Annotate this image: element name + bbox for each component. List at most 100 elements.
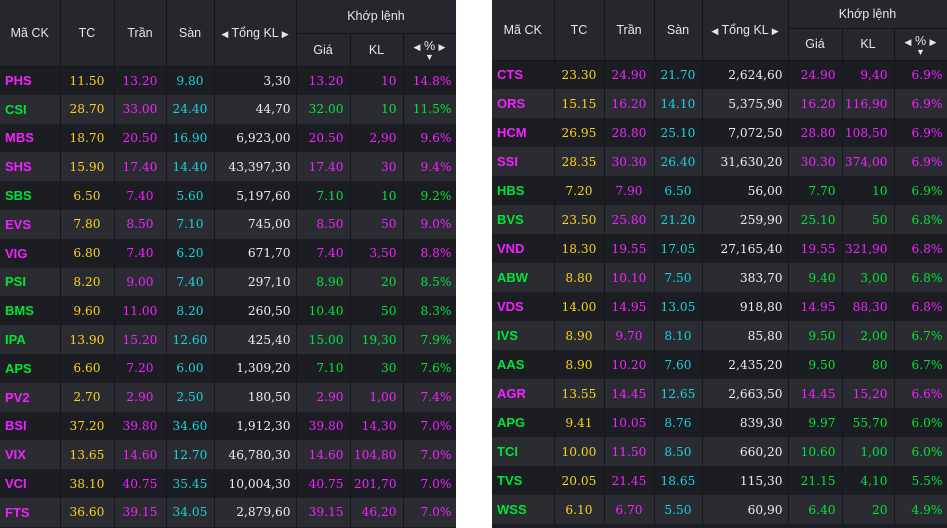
triangle-left-icon[interactable]: ◀ xyxy=(414,42,421,52)
symbol-cell[interactable]: PV2 xyxy=(0,382,61,412)
table-row[interactable]: WSS 6.10 6.70 5.50 60,90 6.40 20 4.9% xyxy=(492,495,947,524)
header-floor[interactable]: Sàn xyxy=(654,0,703,61)
table-row[interactable]: MBS 18.70 20.50 16.90 6,923,00 20.50 2,90 9.6% xyxy=(0,123,456,153)
table-row[interactable]: VND 18.30 19.55 17.05 27,165,40 19.55 321,90 6.… xyxy=(492,234,947,263)
table-row[interactable]: VCI 38.10 40.75 35.45 10,004,30 40.75 201,70 7.… xyxy=(0,469,456,498)
symbol-cell[interactable]: BSI xyxy=(0,411,61,441)
symbol-cell[interactable]: SBS xyxy=(0,181,61,210)
symbol-cell[interactable]: ORS xyxy=(492,89,555,118)
table-row[interactable]: AGR 13.55 14.45 12.65 2,663,50 14.45 15,20 6.6% xyxy=(492,379,947,408)
table-row[interactable]: AAS 8.90 10.20 7.60 2,435,20 9.50 80 6.7% xyxy=(492,350,947,379)
symbol-cell[interactable]: AAS xyxy=(492,350,555,379)
triangle-right-icon[interactable]: ▶ xyxy=(930,37,937,47)
triangle-down-icon[interactable]: ▼ xyxy=(404,53,456,62)
triangle-down-icon[interactable]: ▼ xyxy=(895,47,947,56)
match-price-cell: 15.00 xyxy=(296,325,351,354)
table-row[interactable]: VIX 13.65 14.60 12.70 46,780,30 14.60 104,80 7.… xyxy=(0,440,456,470)
table-row[interactable]: PV2 2.70 2.90 2.50 180,50 2.90 1,00 7.4% xyxy=(0,382,456,412)
symbol-cell[interactable]: SHS xyxy=(0,152,61,182)
table-row[interactable]: ORS 15.15 16.20 14.10 5,375,90 16.20 116,90 6.9… xyxy=(492,89,947,118)
symbol-cell[interactable]: APS xyxy=(0,353,61,383)
symbol-cell[interactable]: BMS xyxy=(0,296,61,326)
table-row[interactable]: SSI 28.35 30.30 26.40 31,630,20 30.30 374,00 6.… xyxy=(492,147,947,176)
header-symbol[interactable]: Mã CK xyxy=(492,0,555,61)
table-row[interactable]: PSI 8.20 9.00 7.40 297,10 8.90 20 8.5% xyxy=(0,267,456,297)
table-row[interactable]: IVS 8.90 9.70 8.10 85,80 9.50 2,00 6.7% xyxy=(492,321,947,350)
header-price[interactable]: Giá xyxy=(788,28,843,61)
header-ceiling[interactable]: Trần xyxy=(114,0,167,67)
symbol-cell[interactable]: IPA xyxy=(0,325,61,354)
header-ceiling[interactable]: Trần xyxy=(604,0,655,61)
symbol-cell[interactable]: AGR xyxy=(492,379,555,408)
symbol-cell[interactable]: VDS xyxy=(492,292,555,321)
symbol-cell[interactable]: SSI xyxy=(492,147,555,176)
symbol-cell[interactable]: PHS xyxy=(0,66,61,95)
match-price-cell: 9.40 xyxy=(788,263,843,292)
table-row[interactable]: HBS 7.20 7.90 6.50 56,00 7.70 10 6.9% xyxy=(492,176,947,205)
header-price[interactable]: Giá xyxy=(296,33,351,67)
table-row[interactable]: CTS 23.30 24.90 21.70 2,624,60 24.90 9,40 6.9% xyxy=(492,60,947,89)
table-row[interactable]: VDS 14.00 14.95 13.05 918,80 14.95 88,30 6.8% xyxy=(492,292,947,321)
table-row[interactable]: ABW 8.80 10.10 7.50 383,70 9.40 3,00 6.8% xyxy=(492,263,947,292)
table-row[interactable]: PHS 11.50 13.20 9.80 3,30 13.20 10 14.8% xyxy=(0,66,456,95)
change-pct-cell: 9.4% xyxy=(403,152,456,182)
floor-price-cell: 7.60 xyxy=(654,350,703,379)
table-row[interactable]: BVS 23.50 25.80 21.20 259,90 25.10 50 6.8% xyxy=(492,205,947,234)
symbol-cell[interactable]: HCM xyxy=(492,118,555,147)
symbol-cell[interactable]: BVS xyxy=(492,205,555,234)
symbol-cell[interactable]: CTS xyxy=(492,60,555,89)
triangle-left-icon[interactable]: ◀ xyxy=(221,29,228,39)
table-row[interactable]: APS 6.60 7.20 6.00 1,309,20 7.10 30 7.6% xyxy=(0,353,456,383)
header-ref[interactable]: TC xyxy=(554,0,605,61)
total-volume-cell: 425,40 xyxy=(214,325,297,354)
symbol-cell[interactable]: VCI xyxy=(0,469,61,498)
symbol-cell[interactable]: VIG xyxy=(0,238,61,268)
symbol-cell[interactable]: PSI xyxy=(0,267,61,297)
symbol-cell[interactable]: IVS xyxy=(492,321,555,350)
triangle-right-icon[interactable]: ▶ xyxy=(772,26,779,36)
symbol-cell[interactable]: HBS xyxy=(492,176,555,205)
table-row[interactable]: HCM 26.95 28.80 25.10 7,072,50 28.80 108,50 6.9… xyxy=(492,118,947,147)
symbol-cell[interactable]: VND xyxy=(492,234,555,263)
table-row[interactable]: VIG 6.80 7.40 6.20 671,70 7.40 3,50 8.8% xyxy=(0,238,456,268)
table-row[interactable]: TCI 10.00 11.50 8.50 660,20 10.60 1,00 6.0% xyxy=(492,437,947,466)
header-ref[interactable]: TC xyxy=(60,0,115,67)
table-row[interactable]: BSI 37.20 39.80 34.60 1,912,30 39.80 14,30 7.0% xyxy=(0,411,456,441)
triangle-right-icon[interactable]: ▶ xyxy=(282,29,289,39)
total-volume-cell: 297,10 xyxy=(214,267,297,297)
header-symbol[interactable]: Mã CK xyxy=(0,0,61,67)
symbol-cell[interactable]: VIX xyxy=(0,440,61,470)
symbol-cell[interactable]: CSI xyxy=(0,94,61,124)
table-row[interactable]: SBS 6.50 7.40 5.60 5,197,60 7.10 10 9.2% xyxy=(0,181,456,210)
header-floor[interactable]: Sàn xyxy=(166,0,215,67)
table-row[interactable]: TVS 20.05 21.45 18.65 115,30 21.15 4,10 5.5% xyxy=(492,466,947,495)
header-total-volume[interactable]: ◀ Tổng KL ▶ xyxy=(702,0,789,61)
table-row[interactable]: FTS 36.60 39.15 34.05 2,879,60 39.15 46,20 7.0% xyxy=(0,497,456,527)
header-total-volume[interactable]: ◀ Tổng KL ▶ xyxy=(214,0,297,67)
symbol-cell[interactable]: TVS xyxy=(492,466,555,495)
table-row[interactable]: CSI 28.70 33.00 24.40 44,70 32.00 10 11.5% xyxy=(0,94,456,124)
symbol-cell[interactable]: ABW xyxy=(492,263,555,292)
symbol-cell[interactable]: FTS xyxy=(0,497,61,527)
symbol-cell[interactable]: APG xyxy=(492,408,555,437)
header-volume[interactable]: KL xyxy=(350,33,404,67)
header-pct[interactable]: ◀ % ▶ ▼ xyxy=(403,33,456,67)
triangle-right-icon[interactable]: ▶ xyxy=(439,42,446,52)
table-row[interactable]: BMS 9.60 11.00 8.20 260,50 10.40 50 8.3% xyxy=(0,296,456,326)
table-row[interactable]: APG 9.41 10.05 8.76 839,30 9.97 55,70 6.0% xyxy=(492,408,947,437)
symbol-cell[interactable]: EVS xyxy=(0,209,61,239)
header-volume[interactable]: KL xyxy=(842,28,895,61)
table-row[interactable]: SHS 15.90 17.40 14.40 43,397,30 17.40 30 9.4% xyxy=(0,152,456,182)
symbol-cell[interactable]: TCI xyxy=(492,437,555,466)
ref-price-cell: 8.90 xyxy=(554,321,605,350)
match-volume-cell: 4,10 xyxy=(842,466,895,495)
triangle-left-icon[interactable]: ◀ xyxy=(905,37,912,47)
header-pct[interactable]: ◀ % ▶ ▼ xyxy=(894,28,947,61)
symbol-cell[interactable]: MBS xyxy=(0,123,61,153)
change-pct-cell: 9.6% xyxy=(403,123,456,153)
table-row[interactable]: EVS 7.80 8.50 7.10 745,00 8.50 50 9.0% xyxy=(0,209,456,239)
ref-price-cell: 14.00 xyxy=(554,292,605,321)
triangle-left-icon[interactable]: ◀ xyxy=(711,26,718,36)
symbol-cell[interactable]: WSS xyxy=(492,495,555,524)
table-row[interactable]: IPA 13.90 15.20 12.60 425,40 15.00 19,30 7.9% xyxy=(0,325,456,354)
